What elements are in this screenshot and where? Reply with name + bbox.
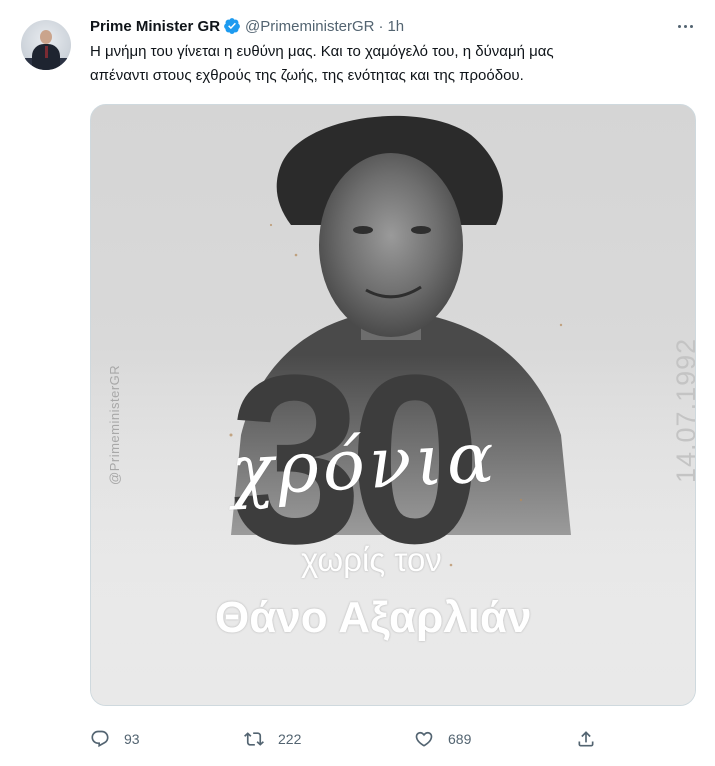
tweet-media-image[interactable]: 30 χρόνια χωρίς τον Θάνο Αξαρλιάν @Prime… <box>90 104 696 706</box>
reply-button[interactable]: 93 <box>90 724 140 754</box>
like-count: 689 <box>448 731 472 747</box>
author-name[interactable]: Prime Minister GR <box>90 18 220 35</box>
verified-badge-icon <box>223 17 241 35</box>
heart-icon <box>415 731 433 747</box>
portrait-eye <box>411 226 431 234</box>
reply-count: 93 <box>124 731 140 747</box>
script-word: χρόνια <box>229 416 500 512</box>
share-icon <box>578 731 594 747</box>
line-name: Θάνο Αξαρλιάν <box>215 593 532 642</box>
image-watermark: @PrimeministerGR <box>107 364 122 485</box>
tweet-text-line: Η μνήμη του γίνεται η ευθύνη μας. Και το… <box>90 43 554 60</box>
share-button[interactable] <box>576 724 610 754</box>
reply-icon <box>91 730 109 748</box>
portrait-face <box>319 153 463 337</box>
avatar[interactable] <box>21 20 71 70</box>
portrait-eye <box>353 226 373 234</box>
tweet-text-line: απέναντι στους εχθρούς της ζωής, της ενό… <box>90 67 524 84</box>
retweet-button[interactable]: 222 <box>244 724 301 754</box>
more-options-icon[interactable] <box>673 14 697 38</box>
tweet-actions: 93 222 689 <box>90 724 610 754</box>
more-dot <box>683 24 687 28</box>
tweet[interactable]: Prime Minister GR @PrimeministerGR · 1h … <box>0 0 715 766</box>
tweet-text: Η μνήμη του γίνεται η ευθύνη μας. Και το… <box>90 40 700 88</box>
tweet-header: Prime Minister GR @PrimeministerGR · 1h <box>90 16 404 36</box>
separator-dot: · <box>378 17 384 35</box>
avatar-tie <box>45 46 48 58</box>
retweet-count: 222 <box>278 731 302 747</box>
image-date: 14.07.1992 <box>671 337 696 483</box>
retweet-icon <box>244 732 264 746</box>
author-handle[interactable]: @PrimeministerGR <box>245 18 374 35</box>
like-button[interactable]: 689 <box>414 724 471 754</box>
more-dot <box>689 24 693 28</box>
more-dot <box>677 24 681 28</box>
line-without: χωρίς τον <box>301 541 442 578</box>
avatar-head <box>40 30 52 44</box>
tweet-timestamp[interactable]: 1h <box>387 18 404 35</box>
